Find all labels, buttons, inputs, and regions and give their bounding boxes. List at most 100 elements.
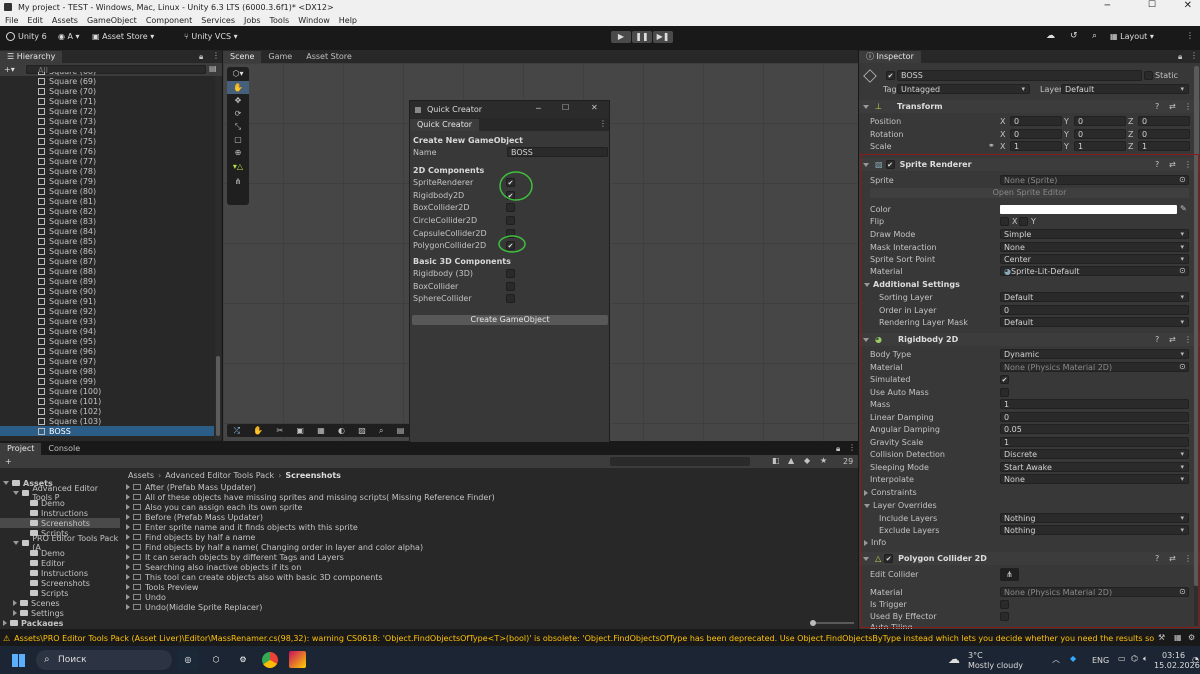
constraints-foldout[interactable]: Constraints [864, 488, 917, 497]
help-icon[interactable]: ? [1155, 335, 1159, 344]
z-field[interactable]: 1 [1138, 141, 1190, 151]
unity-hub-icon[interactable]: ⬡ [206, 650, 226, 670]
menu-item-gameobject[interactable]: GameObject [87, 16, 137, 25]
rotate-tool-icon[interactable]: ⟳ [227, 107, 249, 120]
tab-inspector[interactable]: ⓘ Inspector [859, 50, 921, 63]
file-list-item[interactable]: This tool can create objects also with b… [126, 572, 846, 582]
volume-icon[interactable]: 🔈︎ [1143, 654, 1148, 664]
property-checkbox[interactable] [1000, 387, 1009, 397]
hierarchy-item[interactable]: Square (103) [0, 416, 214, 426]
tab-asset-store[interactable]: Asset Store [299, 51, 359, 63]
preset-icon[interactable]: ⇄ [1169, 335, 1176, 344]
open-sprite-editor-button[interactable]: Open Sprite Editor [870, 188, 1189, 198]
material-field[interactable]: ◕Sprite-Lit-Default [1000, 266, 1189, 276]
step-button[interactable]: ▶❚ [653, 31, 673, 43]
notification-icon[interactable]: ◔ [1192, 655, 1199, 664]
y-field[interactable]: 0 [1074, 116, 1126, 126]
file-list-item[interactable]: Tools Preview [126, 582, 846, 592]
project-tree-item[interactable]: PRO Editor Tools Pack (A [0, 534, 120, 552]
project-tree-item[interactable]: Instructions [0, 508, 120, 518]
file-list-item[interactable]: Before (Prefab Mass Updater) [126, 512, 846, 522]
cloud-icon[interactable]: ☁ [1046, 31, 1055, 41]
more-icon[interactable]: ⋮ [1184, 160, 1192, 169]
hierarchy-item[interactable]: Square (82) [0, 206, 214, 216]
breadcrumb-item[interactable]: Screenshots [285, 471, 341, 480]
maximize-button[interactable]: ☐ [562, 103, 569, 112]
file-list-item[interactable]: Searching also inactive objects if its o… [126, 562, 846, 572]
component-checkbox[interactable] [506, 281, 515, 291]
hierarchy-item[interactable]: Square (75) [0, 136, 214, 146]
preset-icon[interactable]: ⇄ [1169, 160, 1176, 169]
project-tree-item[interactable]: Scenes [0, 598, 120, 608]
file-list-item[interactable]: Enter sprite name and it finds objects w… [126, 522, 846, 532]
hierarchy-item[interactable]: Square (80) [0, 186, 214, 196]
active-checkbox[interactable]: ✔ [886, 71, 895, 80]
file-list-item[interactable]: All of these objects have missing sprite… [126, 492, 846, 502]
hierarchy-item[interactable]: Square (85) [0, 236, 214, 246]
menu-item-edit[interactable]: Edit [27, 16, 43, 25]
is-trigger-checkbox[interactable] [1000, 600, 1009, 609]
breadcrumb-item[interactable]: Advanced Editor Tools Pack [165, 471, 274, 480]
property-field[interactable]: None [1000, 474, 1189, 484]
more-icon[interactable]: ⋮ [1184, 335, 1192, 344]
tab-quick-creator[interactable]: Quick Creator [410, 118, 480, 131]
hierarchy-scrollbar[interactable] [215, 76, 221, 440]
hierarchy-item[interactable]: Square (94) [0, 326, 214, 336]
menu-item-jobs[interactable]: Jobs [244, 16, 261, 25]
component-checkbox[interactable] [506, 216, 515, 226]
collider-tool-icon[interactable]: ▾△ [227, 159, 249, 175]
property-checkbox[interactable]: ✔ [1000, 375, 1009, 384]
lock-icon[interactable]: 🔒︎ [199, 52, 203, 62]
hierarchy-item[interactable]: Square (93) [0, 316, 214, 326]
polygon-collider-header[interactable]: △ ✔ Polygon Collider 2D ? ⇄ ⋮ [859, 552, 1200, 565]
property-field[interactable]: 1 [1000, 399, 1189, 409]
hierarchy-item[interactable]: Square (95) [0, 336, 214, 346]
sprite-field[interactable]: None (Sprite) [1000, 175, 1189, 185]
transform-tool-icon[interactable]: ⊕ [227, 146, 249, 159]
scale-tool-icon[interactable]: ⤡ [227, 120, 249, 133]
close-button[interactable]: ✕ [1184, 0, 1192, 11]
transform-header[interactable]: ⊥ Transform ? ⇄ ⋮ [859, 100, 1200, 113]
project-tree-item[interactable]: Screenshots [0, 518, 120, 528]
hierarchy-item[interactable]: Square (69) [0, 76, 214, 86]
property-field[interactable]: Dynamic [1000, 349, 1189, 359]
hierarchy-item[interactable]: Square (99) [0, 376, 214, 386]
inspector-scrollbar[interactable] [1194, 66, 1199, 626]
flip-y-checkbox[interactable] [1019, 217, 1028, 226]
hierarchy-item[interactable]: Square (84) [0, 226, 214, 236]
hierarchy-item[interactable]: Square (76) [0, 146, 214, 156]
custom-tool-icon[interactable]: ⋔ [227, 175, 249, 188]
file-list-item[interactable]: Undo(Middle Sprite Replacer) [126, 602, 846, 612]
close-button[interactable]: ✕ [591, 103, 598, 112]
hierarchy-item[interactable]: BOSS [0, 426, 214, 436]
hierarchy-item[interactable]: Square (83) [0, 216, 214, 226]
grid-icon[interactable]: ▦ [317, 426, 325, 435]
edit-collider-button[interactable]: ⋔ [1000, 568, 1019, 581]
link-icon[interactable]: ⚭ [988, 141, 995, 150]
tab-project[interactable]: Project [0, 442, 42, 455]
circle-icon[interactable]: ◐ [338, 426, 345, 435]
layer-dropdown[interactable]: Default [1061, 84, 1189, 94]
shuffle-icon[interactable]: ⤮ [234, 426, 240, 436]
hierarchy-item[interactable]: Square (102) [0, 406, 214, 416]
hand-tool-icon[interactable]: ✋ [227, 81, 249, 94]
project-tree-item[interactable]: Instructions [0, 568, 120, 578]
menu-item-component[interactable]: Component [146, 16, 192, 25]
more-icon[interactable]: ⋮ [1184, 102, 1192, 111]
additional-settings-foldout[interactable]: Additional Settings [864, 280, 960, 289]
z-field[interactable]: 0 [1138, 116, 1190, 126]
lock-icon[interactable]: 🔒︎ [1178, 52, 1182, 62]
layout-icon[interactable]: ▦ [1174, 633, 1182, 642]
steam-app-icon[interactable]: ◎ [178, 650, 198, 670]
breadcrumb-item[interactable]: Assets [128, 471, 154, 480]
file-list-item[interactable]: It can serach objects by different Tags … [126, 552, 846, 562]
menu-item-tools[interactable]: Tools [270, 16, 290, 25]
language-indicator[interactable]: ENG [1092, 656, 1109, 665]
hierarchy-item[interactable]: Square (81) [0, 196, 214, 206]
hierarchy-item[interactable]: Square (97) [0, 356, 214, 366]
project-tree-item[interactable]: Settings [0, 608, 120, 618]
used-by-effector-checkbox[interactable] [1000, 612, 1009, 621]
hierarchy-item[interactable]: Square (91) [0, 296, 214, 306]
asset-store-dropdown[interactable]: ▣ Asset Store ▾ [92, 32, 154, 41]
hierarchy-item[interactable]: Square (73) [0, 116, 214, 126]
